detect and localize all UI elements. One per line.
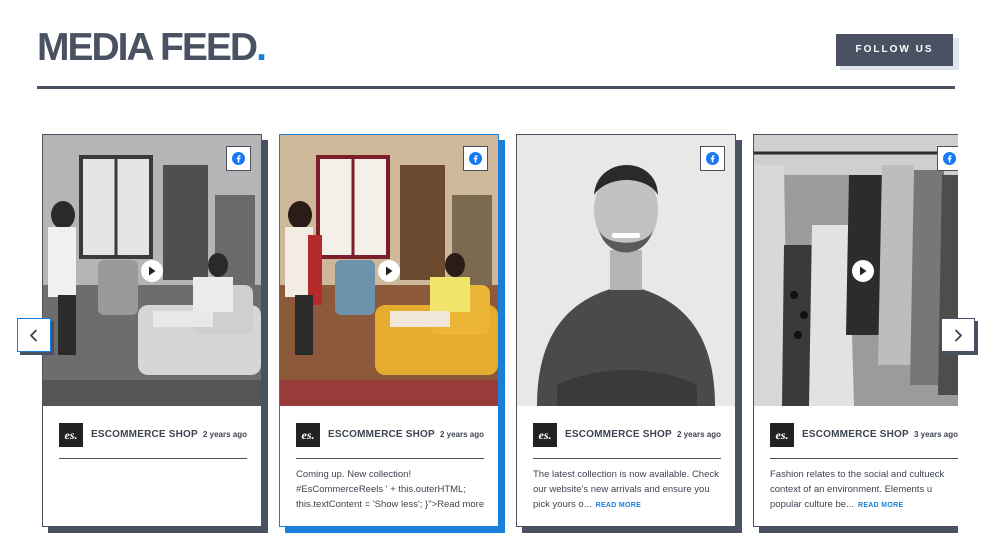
shop-name[interactable]: ESCOMMERCE SHOP	[91, 429, 198, 440]
post-time: 3 years ago	[913, 430, 958, 439]
facebook-icon[interactable]	[226, 146, 251, 171]
title-accent-dot: .	[256, 26, 267, 69]
post-time: 2 years ago	[676, 430, 721, 439]
carousel-prev-button[interactable]	[17, 318, 51, 352]
portrait-image	[517, 135, 735, 406]
post-description: Coming up. New collection! #EsCommerceRe…	[296, 467, 492, 512]
shop-logo[interactable]: es.	[296, 423, 320, 447]
carousel-next-button[interactable]	[941, 318, 975, 352]
post-video-thumbnail[interactable]	[43, 135, 261, 406]
post-time: 2 years ago	[439, 430, 484, 439]
chevron-right-icon	[954, 329, 963, 342]
post-time: 2 years ago	[202, 430, 247, 439]
facebook-icon[interactable]	[700, 146, 725, 171]
page-title-text: MEDIA FEED	[37, 26, 258, 69]
post-description: Fashion relates to the social and cultue…	[770, 467, 958, 513]
shop-logo[interactable]: es.	[533, 423, 557, 447]
follow-button-wrapper: FOLLOW US	[836, 34, 959, 70]
post-text: Coming up. New collection! #EsCommerceRe…	[296, 469, 485, 510]
feed-card[interactable]: es. ESCOMMERCE SHOP 3 years ago Fashion …	[753, 134, 958, 533]
card-body: es. ESCOMMERCE SHOP 3 years ago Fashion …	[753, 134, 958, 527]
header-divider	[37, 86, 955, 89]
feed-card[interactable]: es. ESCOMMERCE SHOP 2 years ago Coming u…	[279, 134, 505, 533]
read-more-link[interactable]: READ MORE	[858, 502, 903, 509]
shop-logo[interactable]: es.	[770, 423, 794, 447]
post-meta: es. ESCOMMERCE SHOP 2 years ago	[59, 423, 247, 459]
shop-name[interactable]: ESCOMMERCE SHOP	[802, 429, 909, 440]
facebook-icon[interactable]	[937, 146, 958, 171]
card-body: es. ESCOMMERCE SHOP 2 years ago The late…	[516, 134, 736, 527]
card-body: es. ESCOMMERCE SHOP 2 years ago	[42, 134, 262, 527]
shop-logo[interactable]: es.	[59, 423, 83, 447]
feed-card[interactable]: es. ESCOMMERCE SHOP 2 years ago The late…	[516, 134, 742, 533]
page-title: MEDIA FEED.	[37, 26, 267, 69]
play-icon[interactable]	[141, 259, 163, 282]
facebook-icon[interactable]	[463, 146, 488, 171]
follow-us-button[interactable]: FOLLOW US	[836, 34, 953, 66]
read-more-link[interactable]: READ MORE	[596, 502, 641, 509]
play-icon[interactable]	[378, 259, 400, 282]
page-header: MEDIA FEED. FOLLOW US	[37, 26, 959, 89]
play-icon[interactable]	[852, 259, 874, 282]
post-video-thumbnail[interactable]	[754, 135, 958, 406]
post-video-thumbnail[interactable]	[280, 135, 498, 406]
post-description: The latest collection is now available. …	[533, 467, 729, 513]
post-image-thumbnail[interactable]	[517, 135, 735, 406]
shop-name[interactable]: ESCOMMERCE SHOP	[565, 429, 672, 440]
post-meta: es. ESCOMMERCE SHOP 3 years ago	[770, 423, 958, 459]
shop-name[interactable]: ESCOMMERCE SHOP	[328, 429, 435, 440]
media-carousel: es. ESCOMMERCE SHOP 2 years ago es. ESCO…	[42, 134, 958, 544]
card-body: es. ESCOMMERCE SHOP 2 years ago Coming u…	[279, 134, 499, 527]
post-meta: es. ESCOMMERCE SHOP 2 years ago	[296, 423, 484, 459]
post-meta: es. ESCOMMERCE SHOP 2 years ago	[533, 423, 721, 459]
chevron-left-icon	[29, 329, 38, 342]
feed-card[interactable]: es. ESCOMMERCE SHOP 2 years ago	[42, 134, 268, 533]
